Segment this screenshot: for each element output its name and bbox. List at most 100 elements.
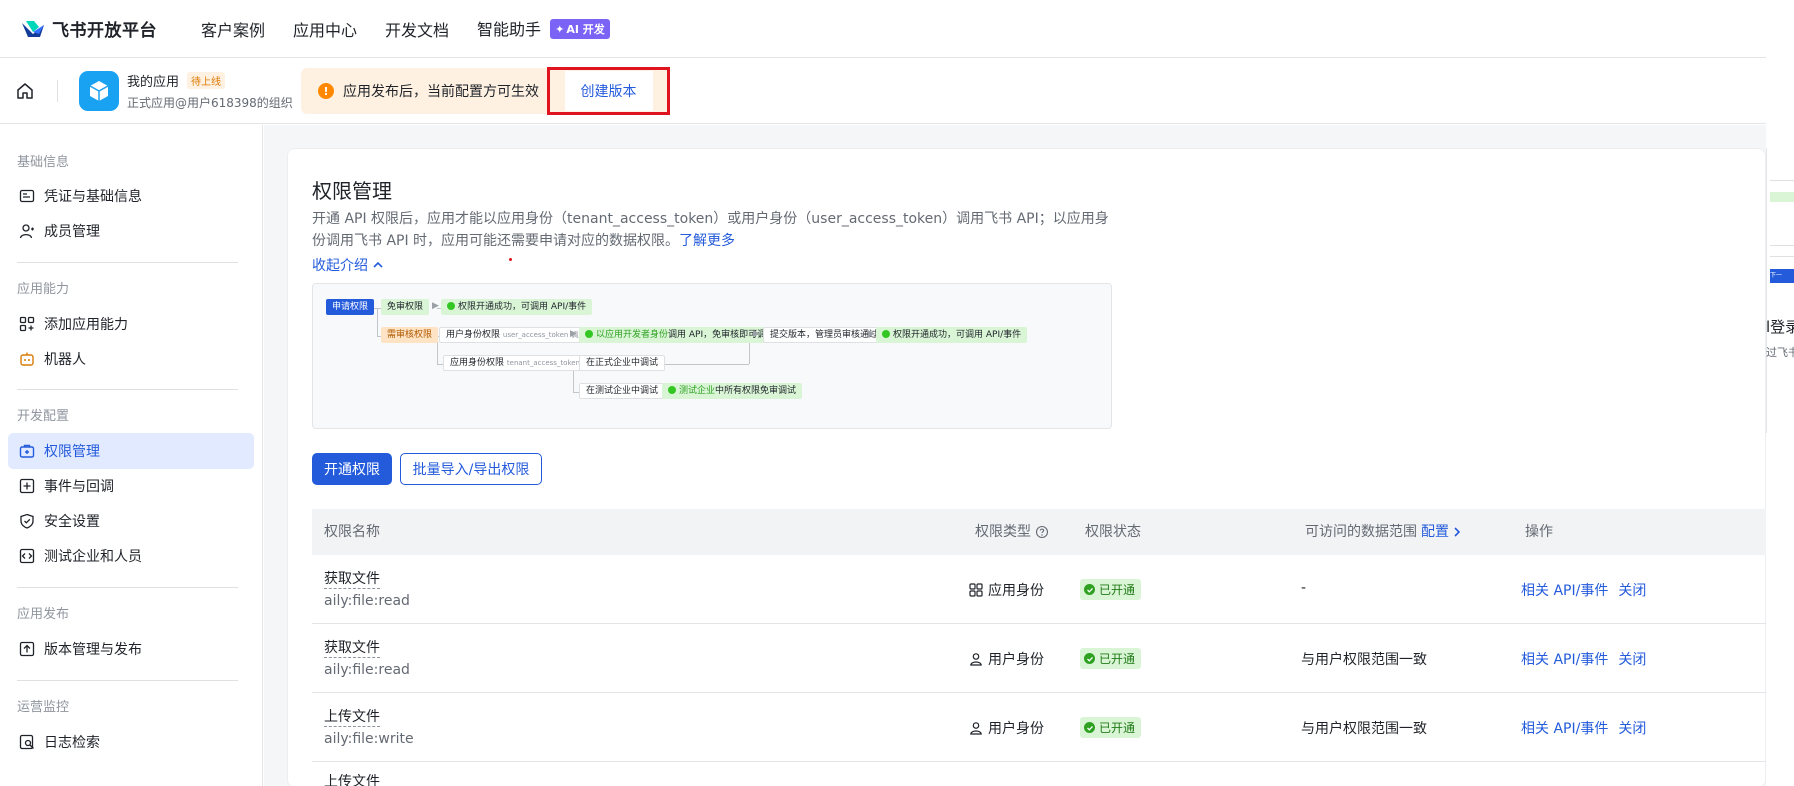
app-header-bar: 我的应用 待上线 正式应用@用户618398的组织 ! 应用发布后，当前配置方可…: [0, 59, 1794, 124]
sidebar-item-security[interactable]: 安全设置: [8, 503, 254, 539]
close-permission-link[interactable]: 关闭: [1618, 718, 1646, 738]
help-icon[interactable]: [1035, 525, 1049, 539]
create-version-button[interactable]: 创建版本: [564, 71, 653, 111]
scope-cell: -: [1301, 580, 1307, 596]
divider: [17, 262, 238, 263]
ai-badge-label: AI 开发: [566, 23, 605, 37]
top-navbar: 飞书开放平台 客户案例 应用中心 开发文档 智能助手 ✦ AI 开发: [0, 0, 1794, 58]
sidebar-item-add-capability[interactable]: 添加应用能力: [8, 306, 254, 342]
member-icon: [18, 222, 36, 240]
close-permission-link[interactable]: 关闭: [1618, 649, 1646, 669]
status-cell: 已开通: [1080, 717, 1142, 738]
close-permission-link[interactable]: 关闭: [1618, 580, 1646, 600]
sidebar-item-credentials[interactable]: 凭证与基础信息: [8, 178, 254, 214]
app-avatar[interactable]: [79, 71, 119, 111]
related-api-link[interactable]: 相关 API/事件: [1521, 649, 1608, 669]
app-meta: 我的应用 待上线 正式应用@用户618398的组织: [127, 71, 293, 111]
sidebar-item-test-enterprise[interactable]: 测试企业和人员: [8, 538, 254, 574]
permission-title[interactable]: 获取文件: [324, 570, 380, 589]
col-data-scope: 可访问的数据范围 配置: [1305, 509, 1463, 555]
app-name: 我的应用: [127, 75, 180, 90]
create-version-highlight: 创建版本: [547, 67, 670, 115]
sidebar-item-label: 添加应用能力: [44, 317, 128, 333]
permission-title[interactable]: 获取文件: [324, 639, 380, 658]
sidebar-item-version-release[interactable]: 版本管理与发布: [8, 631, 254, 667]
arrow-right-icon: ▶: [432, 301, 439, 311]
col-permission-type-label: 权限类型: [975, 524, 1031, 540]
home-button[interactable]: [13, 79, 37, 103]
check-circle-icon: [585, 330, 593, 338]
permission-name-cell: 上传文件: [324, 772, 380, 786]
permission-type-label: 用户身份: [988, 652, 1044, 668]
sidebar-group-ops: 运营监控: [17, 700, 70, 715]
nav-smart-assistant[interactable]: 智能助手 ✦ AI 开发: [477, 16, 610, 42]
flow-node-app-perm-label: 应用身份权限: [450, 358, 505, 368]
scope-config-link[interactable]: 配置: [1421, 509, 1449, 555]
page-title: 权限管理: [312, 179, 392, 203]
ai-badge: ✦ AI 开发: [550, 19, 610, 40]
sidebar-item-events[interactable]: 事件与回调: [8, 468, 254, 504]
flow-node-submit: 提交版本，管理员审核通过: [763, 327, 886, 343]
check-circle-icon: [668, 386, 676, 394]
nav-app-center[interactable]: 应用中心: [293, 17, 357, 41]
sidebar-group-basic: 基础信息: [17, 155, 70, 170]
batch-import-export-button[interactable]: 批量导入/导出权限: [400, 453, 542, 485]
permission-code: aily:file:read: [324, 662, 410, 678]
nav-customer-cases[interactable]: 客户案例: [201, 17, 265, 41]
check-circle-icon: [447, 302, 455, 310]
permission-title[interactable]: 上传文件: [324, 708, 380, 727]
related-api-link[interactable]: 相关 API/事件: [1521, 718, 1608, 738]
status-cell: 已开通: [1080, 579, 1142, 600]
panel-next-button[interactable]: 下一: [1770, 269, 1794, 283]
col-data-scope-label: 可访问的数据范围: [1305, 524, 1417, 540]
sidebar-item-log-search[interactable]: 日志检索: [8, 724, 254, 760]
page-description: 开通 API 权限后，应用才能以应用身份（tenant_access_token…: [312, 208, 1112, 252]
flow-node-apply: 申请权限: [326, 299, 375, 315]
learn-more-link[interactable]: 了解更多: [679, 233, 735, 249]
permission-title[interactable]: 上传文件: [324, 773, 380, 786]
related-api-link[interactable]: 相关 API/事件: [1521, 580, 1608, 600]
flow-node-dev-call-pre: 以应用开发者身份: [596, 330, 669, 340]
table-row: 获取文件 aily:file:read 应用身份 已开通 - 相关 API/事件…: [312, 555, 1766, 624]
nav-dev-docs[interactable]: 开发文档: [385, 17, 449, 41]
operations-cell: 相关 API/事件 关闭: [1521, 580, 1646, 600]
flow-node-need-review: 需审核权限: [381, 327, 439, 343]
sidebar-group-release: 应用发布: [17, 607, 70, 622]
permission-type-label: 用户身份: [988, 721, 1044, 737]
arrow-right-icon: ▶: [868, 329, 875, 339]
permission-name-cell: 获取文件 aily:file:read: [324, 569, 410, 611]
status-badge: 已开通: [1080, 579, 1142, 600]
brand-name: 飞书开放平台: [52, 21, 157, 41]
sidebar-item-label: 日志检索: [44, 735, 100, 751]
chevron-up-icon: [373, 261, 383, 268]
scope-cell: 与用户权限范围一致: [1301, 721, 1427, 737]
col-permission-type: 权限类型: [975, 509, 1049, 555]
status-badge: 待上线: [187, 72, 226, 89]
panel-title: l登录: [1766, 318, 1794, 336]
app-grid-icon: [969, 583, 983, 597]
flow-node-success-2-label: 权限开通成功，可调用 API/事件: [893, 330, 1022, 340]
permission-name-cell: 获取文件 aily:file:read: [324, 638, 410, 680]
collapse-intro-toggle[interactable]: 收起介绍: [312, 255, 385, 275]
permission-type-cell: 应用身份: [969, 580, 1044, 600]
sidebar-item-label: 成员管理: [44, 224, 100, 240]
divider: [17, 389, 238, 390]
status-badge: 已开通: [1080, 648, 1142, 669]
sidebar-item-permissions[interactable]: 权限管理: [8, 433, 254, 469]
credential-icon: [18, 187, 36, 205]
open-permission-button[interactable]: 开通权限: [312, 453, 392, 485]
sidebar-item-members[interactable]: 成员管理: [8, 213, 254, 249]
check-circle-icon: [1084, 653, 1095, 664]
sidebar-item-robot[interactable]: 机器人: [8, 341, 254, 377]
permission-name-cell: 上传文件 aily:file:write: [324, 707, 414, 749]
brand-logo[interactable]: 飞书开放平台: [20, 16, 157, 41]
right-side-panel: [1766, 148, 1794, 433]
event-icon: [18, 477, 36, 495]
app-org: 正式应用@用户618398的组织: [127, 96, 293, 110]
flow-node-success-1: 权限开通成功，可调用 API/事件: [441, 299, 593, 315]
flow-node-user-token: user_access_token: [502, 331, 569, 339]
red-dot: [509, 258, 512, 261]
robot-icon: [18, 350, 36, 368]
flow-node-dev-call: 以应用开发者身份调用 API，免审核即可调试: [579, 327, 782, 343]
sidebar: 基础信息 凭证与基础信息 成员管理 应用能力 添加应用能力 机器人 开发配置 权…: [0, 125, 263, 786]
